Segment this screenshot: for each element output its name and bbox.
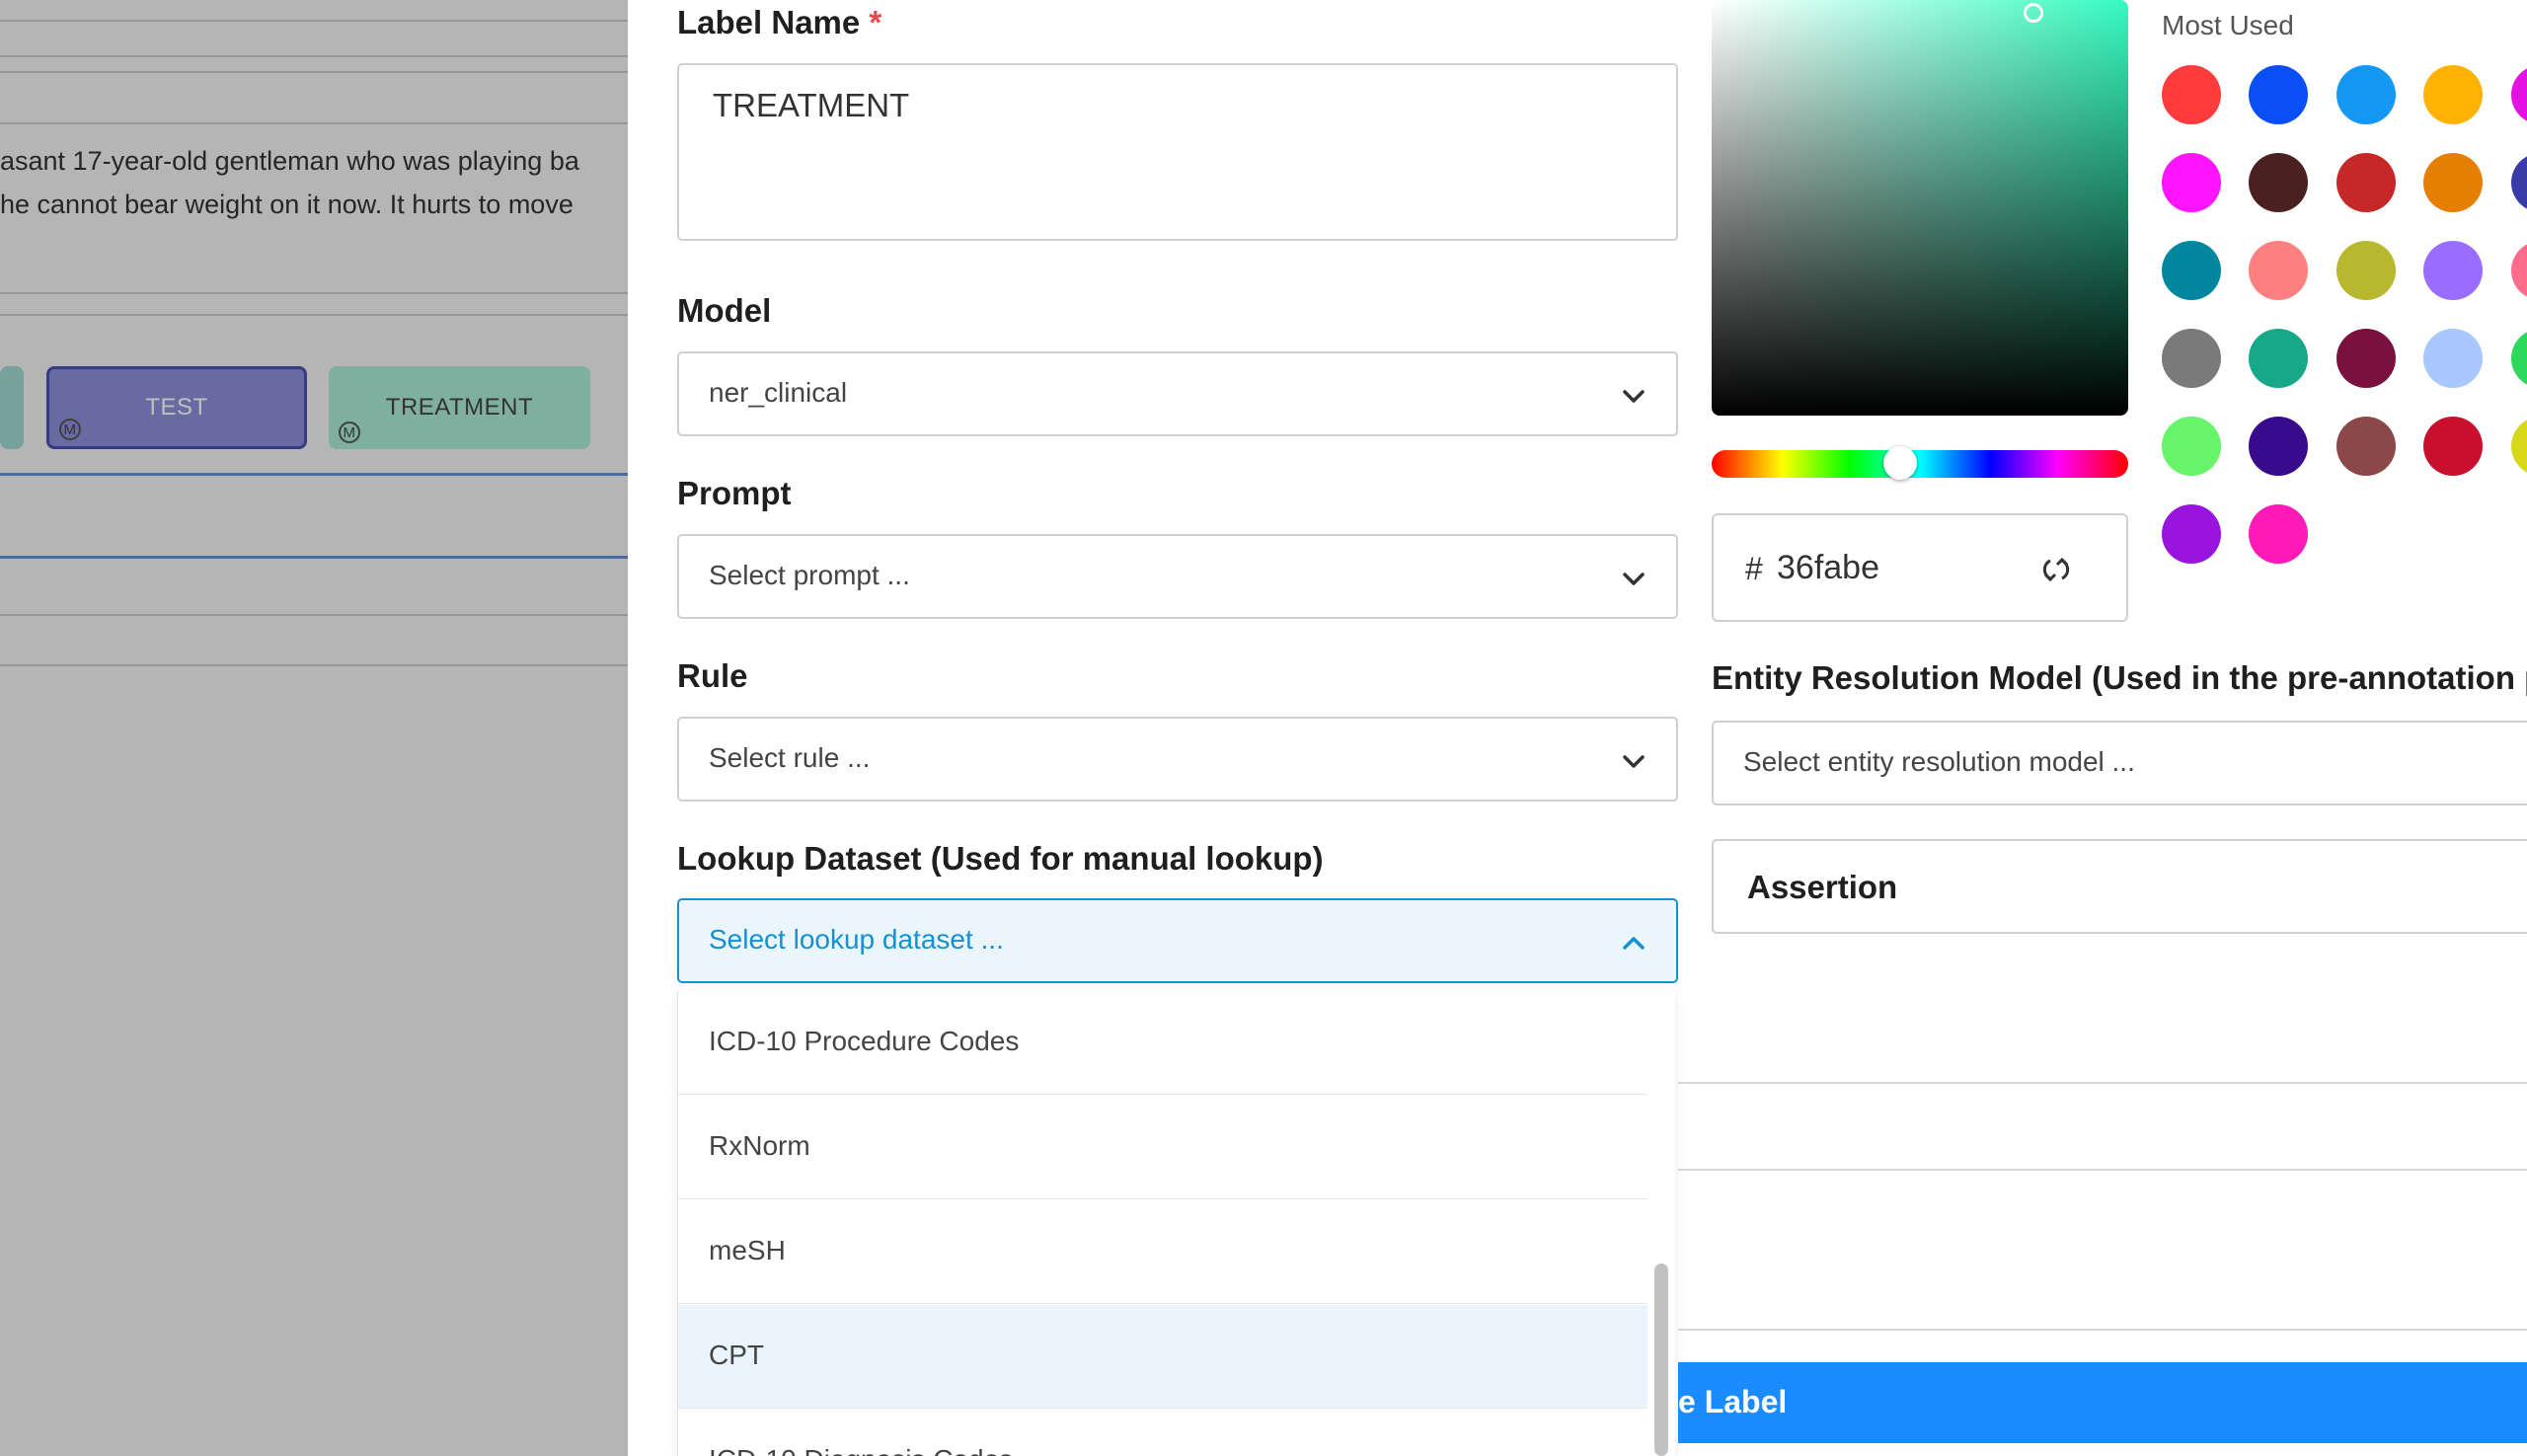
- entity-resolution-select[interactable]: Select entity resolution model ...: [1712, 721, 2527, 805]
- hex-color-input[interactable]: # 36fabe: [1712, 513, 2128, 622]
- entity-resolution-label: Entity Resolution Model (Used in the pre…: [1712, 659, 2527, 696]
- option-label: ICD-10 Procedure Codes: [709, 1026, 1020, 1056]
- color-swatch[interactable]: [2249, 329, 2308, 388]
- divider: [1678, 1082, 2527, 1084]
- hex-value: 36fabe: [1777, 549, 1879, 586]
- color-swatch[interactable]: [2162, 417, 2221, 476]
- chevron-down-icon: [1623, 573, 1645, 585]
- save-label-text: e Label: [1678, 1384, 1788, 1419]
- color-swatch[interactable]: [2423, 329, 2483, 388]
- color-swatch[interactable]: [2249, 65, 2308, 124]
- modal-overlay[interactable]: [0, 0, 628, 1456]
- divider: [1678, 1169, 2527, 1171]
- color-swatch[interactable]: [2249, 504, 2308, 564]
- color-swatch[interactable]: [2249, 153, 2308, 212]
- lookup-dataset-menu: ICD-10 Procedure Codes RxNorm meSH CPT I…: [677, 991, 1675, 1456]
- scrollbar-thumb[interactable]: [1654, 1264, 1668, 1456]
- color-saturation-area[interactable]: [1712, 0, 2128, 416]
- color-swatch[interactable]: [2336, 153, 2396, 212]
- rule-label: Rule: [677, 657, 748, 694]
- background-page: asant 17-year-old gentleman who was play…: [0, 0, 628, 1456]
- chevron-up-icon: [1623, 937, 1645, 950]
- hue-slider[interactable]: [1712, 450, 2128, 478]
- most-used-label: Most Used: [2162, 10, 2294, 40]
- lookup-option[interactable]: RxNorm: [678, 1096, 1647, 1199]
- hue-slider-knob[interactable]: [1883, 446, 1917, 480]
- model-select[interactable]: ner_clinical: [677, 351, 1678, 436]
- chevron-down-icon: [1623, 390, 1645, 403]
- label-name-value: TREATMENT: [713, 87, 910, 123]
- required-mark: *: [869, 4, 882, 40]
- color-swatch[interactable]: [2162, 153, 2221, 212]
- option-label: meSH: [709, 1235, 786, 1265]
- model-value: ner_clinical: [709, 377, 848, 408]
- label-name-label: Label Name *: [677, 4, 881, 41]
- color-picker-handle[interactable]: [2024, 3, 2043, 23]
- prompt-select[interactable]: Select prompt ...: [677, 534, 1678, 619]
- color-swatch[interactable]: [2162, 504, 2221, 564]
- lookup-dataset-placeholder: Select lookup dataset ...: [709, 924, 1004, 955]
- color-swatch[interactable]: [2423, 241, 2483, 300]
- refresh-icon[interactable]: [2041, 555, 2071, 584]
- lookup-option[interactable]: ICD-10 Procedure Codes: [678, 991, 1647, 1095]
- hash-prefix: #: [1745, 551, 1763, 586]
- color-swatch[interactable]: [2423, 417, 2483, 476]
- assertion-label: Assertion: [1747, 869, 1898, 905]
- rule-select[interactable]: Select rule ...: [677, 717, 1678, 802]
- lookup-dataset-select[interactable]: Select lookup dataset ...: [677, 898, 1678, 983]
- save-label-button[interactable]: e Label: [1678, 1362, 2527, 1443]
- prompt-placeholder: Select prompt ...: [709, 560, 910, 590]
- option-label: RxNorm: [709, 1130, 810, 1161]
- assertion-toggle-row[interactable]: Assertion: [1712, 839, 2527, 934]
- option-label: CPT: [709, 1340, 764, 1370]
- prompt-label: Prompt: [677, 475, 792, 511]
- label-name-text: Label Name: [677, 4, 861, 40]
- option-label: ICD-10 Diagnosis Codes: [709, 1444, 1013, 1456]
- color-swatch[interactable]: [2249, 417, 2308, 476]
- label-name-input[interactable]: TREATMENT: [677, 63, 1678, 241]
- color-swatch[interactable]: [2162, 65, 2221, 124]
- color-swatch[interactable]: [2423, 65, 2483, 124]
- color-swatch[interactable]: [2162, 329, 2221, 388]
- divider: [1678, 1329, 2527, 1331]
- color-swatch[interactable]: [2336, 241, 2396, 300]
- lookup-option[interactable]: meSH: [678, 1200, 1647, 1304]
- dropdown-scrollbar[interactable]: [1647, 991, 1675, 1456]
- lookup-option[interactable]: ICD-10 Diagnosis Codes: [678, 1410, 1647, 1456]
- rule-placeholder: Select rule ...: [709, 742, 871, 773]
- lookup-option-highlighted[interactable]: CPT: [678, 1305, 1647, 1409]
- lookup-dataset-label: Lookup Dataset (Used for manual lookup): [677, 840, 1324, 877]
- color-swatch[interactable]: [2249, 241, 2308, 300]
- chevron-down-icon: [1623, 755, 1645, 768]
- color-swatch[interactable]: [2336, 329, 2396, 388]
- color-swatch[interactable]: [2336, 417, 2396, 476]
- color-swatch[interactable]: [2162, 241, 2221, 300]
- color-swatch[interactable]: [2423, 153, 2483, 212]
- model-label: Model: [677, 292, 772, 329]
- entity-resolution-placeholder: Select entity resolution model ...: [1743, 746, 2135, 777]
- color-swatch[interactable]: [2336, 65, 2396, 124]
